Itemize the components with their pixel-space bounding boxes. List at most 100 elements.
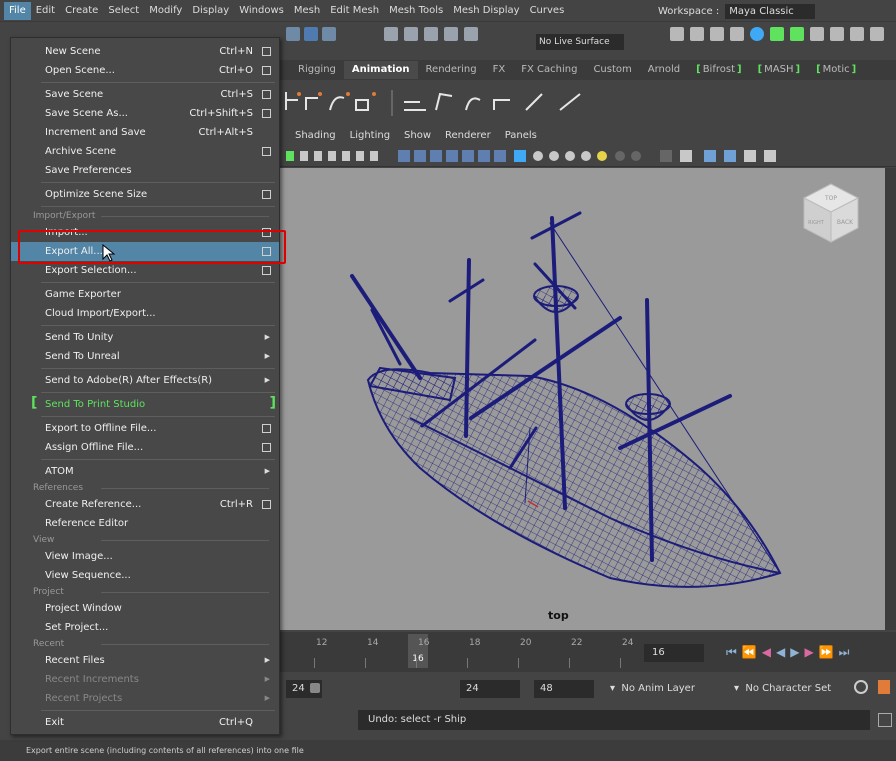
shelf-tab-rendering[interactable]: Rendering bbox=[418, 61, 485, 79]
menu-item-assign-offline-file[interactable]: Assign Offline File... bbox=[11, 438, 279, 457]
menu-create[interactable]: Create bbox=[60, 2, 103, 20]
animation-end-field[interactable]: 48 bbox=[534, 680, 594, 698]
option-box-icon[interactable] bbox=[262, 190, 271, 199]
layer-editor-icon[interactable] bbox=[870, 27, 884, 41]
snap-live-icon[interactable] bbox=[464, 27, 478, 41]
render-settings-icon[interactable] bbox=[710, 27, 724, 41]
shelf-tab-rigging[interactable]: Rigging bbox=[290, 61, 344, 79]
shelf-tab-mash[interactable]: MASH bbox=[750, 61, 809, 79]
step-back-key-icon[interactable]: ⏪ bbox=[742, 645, 757, 659]
character-set-dropdown[interactable]: ▾ No Character Set bbox=[734, 680, 844, 698]
menu-item-new-scene[interactable]: New Scene Ctrl+N bbox=[11, 42, 279, 61]
menu-edit[interactable]: Edit bbox=[31, 2, 60, 20]
panel-menu-renderer[interactable]: Renderer bbox=[438, 130, 498, 141]
menu-edit-mesh[interactable]: Edit Mesh bbox=[325, 2, 384, 20]
modeling-toolkit-icon[interactable] bbox=[770, 27, 784, 41]
option-box-icon[interactable] bbox=[262, 424, 271, 433]
step-forward-key-icon[interactable]: ⏩ bbox=[819, 645, 834, 659]
script-editor-icon[interactable] bbox=[878, 713, 892, 727]
menu-item-optimize-scene-size[interactable]: Optimize Scene Size bbox=[11, 185, 279, 204]
render-view-icon[interactable] bbox=[750, 27, 764, 41]
snap-curve-icon[interactable] bbox=[404, 27, 418, 41]
panel-menu-panels[interactable]: Panels bbox=[498, 130, 544, 141]
menu-item-archive-scene[interactable]: Archive Scene bbox=[11, 142, 279, 161]
ship-wireframe[interactable] bbox=[280, 168, 885, 630]
menu-select[interactable]: Select bbox=[103, 2, 144, 20]
option-box-icon[interactable] bbox=[262, 66, 271, 75]
shelf-tab-bifrost[interactable]: Bifrost bbox=[688, 61, 749, 79]
menu-item-send-to-adobe-r-after-effects-r[interactable]: Send to Adobe(R) After Effects(R) ▶ bbox=[11, 371, 279, 390]
hypershade-icon[interactable] bbox=[730, 27, 744, 41]
live-surface-field[interactable]: No Live Surface bbox=[536, 34, 624, 50]
range-handle-icon[interactable] bbox=[310, 683, 320, 693]
select-by-hierarchy-icon[interactable] bbox=[286, 27, 300, 41]
render-current-icon[interactable] bbox=[670, 27, 684, 41]
character-controls-icon[interactable] bbox=[790, 27, 804, 41]
play-forwards-icon[interactable]: ▶ bbox=[790, 645, 799, 659]
snap-view-plane-icon[interactable] bbox=[444, 27, 458, 41]
playback-end-field[interactable]: 24 bbox=[460, 680, 520, 698]
anim-layer-dropdown[interactable]: ▾ No Anim Layer bbox=[610, 680, 730, 698]
menu-item-send-to-unreal[interactable]: Send To Unreal ▶ bbox=[11, 347, 279, 366]
attribute-editor-icon[interactable] bbox=[810, 27, 824, 41]
menu-item-view-sequence[interactable]: View Sequence... bbox=[11, 566, 279, 585]
shelf-tab-arnold[interactable]: Arnold bbox=[640, 61, 688, 79]
menu-windows[interactable]: Windows bbox=[234, 2, 289, 20]
viewcube-icon[interactable]: TOP RIGHT BACK bbox=[798, 180, 864, 246]
menu-file[interactable]: File bbox=[4, 1, 31, 20]
menu-item-create-reference[interactable]: Create Reference... Ctrl+R bbox=[11, 495, 279, 514]
menu-item-export-to-offline-file[interactable]: Export to Offline File... bbox=[11, 419, 279, 438]
anim-prefs-icon[interactable] bbox=[878, 680, 890, 694]
play-backwards-icon[interactable]: ◀ bbox=[776, 645, 785, 659]
shelf-tab-fx-caching[interactable]: FX Caching bbox=[513, 61, 585, 79]
menu-mesh-tools[interactable]: Mesh Tools bbox=[384, 2, 448, 20]
menu-mesh[interactable]: Mesh bbox=[289, 2, 325, 20]
menu-item-set-project[interactable]: Set Project... bbox=[11, 618, 279, 637]
menu-item-exit[interactable]: Exit Ctrl+Q bbox=[11, 713, 279, 732]
select-by-object-icon[interactable] bbox=[304, 27, 318, 41]
option-box-icon[interactable] bbox=[262, 266, 271, 275]
option-box-icon[interactable] bbox=[262, 90, 271, 99]
option-box-icon[interactable] bbox=[262, 109, 271, 118]
snap-grid-icon[interactable] bbox=[384, 27, 398, 41]
option-box-icon[interactable] bbox=[262, 147, 271, 156]
panel-menu-lighting[interactable]: Lighting bbox=[343, 130, 397, 141]
ipr-render-icon[interactable] bbox=[690, 27, 704, 41]
menu-item-save-scene-as[interactable]: Save Scene As... Ctrl+Shift+S bbox=[11, 104, 279, 123]
option-box-icon[interactable] bbox=[262, 47, 271, 56]
menu-mesh-display[interactable]: Mesh Display bbox=[448, 2, 524, 20]
panel-menu-shading[interactable]: Shading bbox=[288, 130, 343, 141]
option-box-icon[interactable] bbox=[262, 500, 271, 509]
menu-display[interactable]: Display bbox=[187, 2, 234, 20]
snap-point-icon[interactable] bbox=[424, 27, 438, 41]
menu-item-save-preferences[interactable]: Save Preferences bbox=[11, 161, 279, 180]
step-forward-frame-icon[interactable]: ▶ bbox=[804, 645, 813, 659]
shelf-tab-fx[interactable]: FX bbox=[485, 61, 514, 79]
menu-item-project-window[interactable]: Project Window bbox=[11, 599, 279, 618]
shelf-tab-animation[interactable]: Animation bbox=[343, 61, 418, 79]
select-by-component-icon[interactable] bbox=[322, 27, 336, 41]
workspace-selector[interactable]: Workspace : Maya Classic bbox=[658, 4, 816, 19]
menu-item-send-to-unity[interactable]: Send To Unity ▶ bbox=[11, 328, 279, 347]
menu-item-save-scene[interactable]: Save Scene Ctrl+S bbox=[11, 85, 279, 104]
step-back-frame-icon[interactable]: ◀ bbox=[762, 645, 771, 659]
menu-item-view-image[interactable]: View Image... bbox=[11, 547, 279, 566]
menu-item-reference-editor[interactable]: Reference Editor bbox=[11, 514, 279, 533]
workspace-value[interactable]: Maya Classic bbox=[725, 4, 816, 19]
shelf-tab-motic[interactable]: Motic bbox=[808, 61, 864, 79]
panel-menu-show[interactable]: Show bbox=[397, 130, 438, 141]
menu-item-send-to-print-studio[interactable]: Send To Print Studio [] bbox=[11, 395, 279, 414]
menu-item-atom[interactable]: ATOM ▶ bbox=[11, 462, 279, 481]
menu-item-cloud-import-export[interactable]: Cloud Import/Export... bbox=[11, 304, 279, 323]
menu-item-recent-files[interactable]: Recent Files ▶ bbox=[11, 651, 279, 670]
menu-modify[interactable]: Modify bbox=[144, 2, 187, 20]
shelf-tab-custom[interactable]: Custom bbox=[585, 61, 639, 79]
auto-key-icon[interactable] bbox=[854, 680, 868, 694]
menu-item-game-exporter[interactable]: Game Exporter bbox=[11, 285, 279, 304]
viewport-3d[interactable]: TOP RIGHT BACK top bbox=[280, 168, 885, 630]
command-response-field[interactable]: Undo: select -r Ship bbox=[358, 710, 870, 730]
current-frame-field[interactable]: 16 bbox=[644, 644, 704, 662]
go-to-start-icon[interactable]: ⏮ bbox=[726, 645, 737, 660]
go-to-end-icon[interactable]: ⏭ bbox=[839, 645, 850, 660]
menu-item-increment-and-save[interactable]: Increment and Save Ctrl+Alt+S bbox=[11, 123, 279, 142]
